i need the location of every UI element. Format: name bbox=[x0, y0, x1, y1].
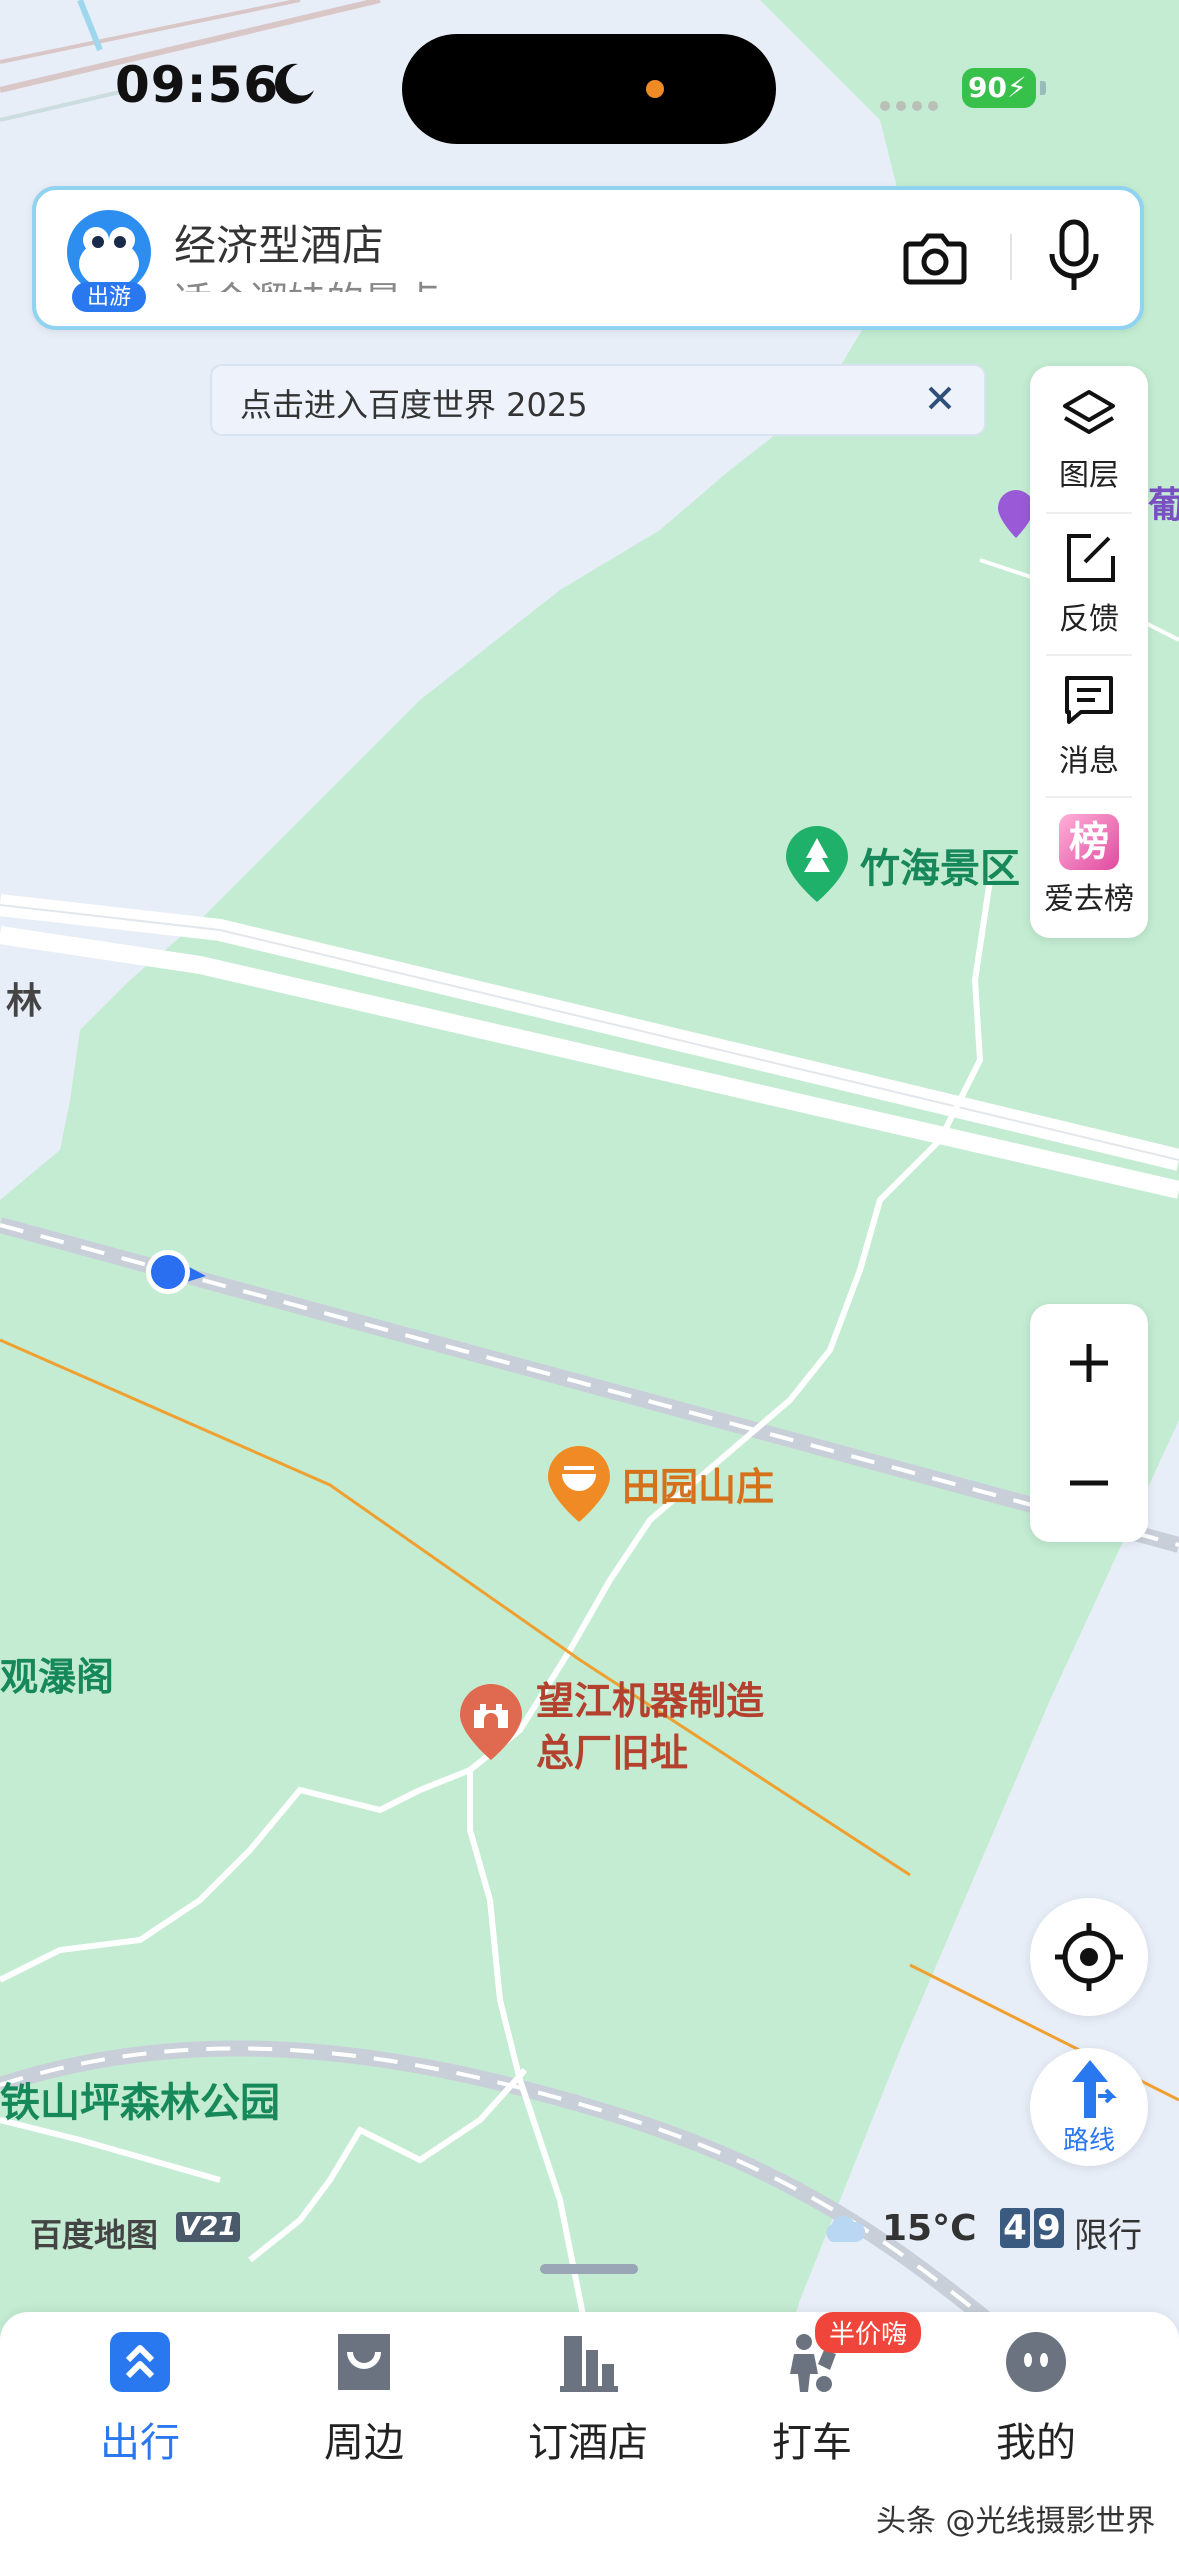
map-label-wangjiang-line2[interactable]: 总厂旧址 bbox=[536, 1722, 688, 1777]
camera-icon[interactable] bbox=[900, 222, 970, 292]
drawer-handle[interactable] bbox=[540, 2264, 638, 2274]
map-label-tieshan[interactable]: 铁山坪森林公园 bbox=[0, 2070, 280, 2128]
ranking-badge: 榜 bbox=[1069, 819, 1109, 865]
message-button[interactable]: 消息 bbox=[1030, 672, 1148, 780]
toolbar-divider bbox=[1046, 654, 1132, 656]
traffic-limit-digit[interactable]: 4 bbox=[1000, 2208, 1030, 2248]
map-label-zhuhai[interactable]: 竹海景区 bbox=[860, 836, 1020, 894]
map-label-guanpu[interactable]: 观瀑阁 bbox=[0, 1646, 114, 1701]
scenic-spot-marker-icon[interactable] bbox=[784, 824, 850, 904]
tab-profile-label: 我的 bbox=[996, 2420, 1076, 2466]
travel-icon bbox=[110, 2332, 170, 2392]
toolbar-divider bbox=[1046, 512, 1132, 514]
tab-hotel-label: 订酒店 bbox=[528, 2420, 648, 2466]
feedback-button[interactable]: 反馈 bbox=[1030, 530, 1148, 638]
promo-banner-text[interactable]: 点击进入百度世界 2025 bbox=[240, 380, 588, 426]
route-button[interactable]: 路线 bbox=[1030, 2048, 1148, 2166]
hotel-icon bbox=[560, 2336, 618, 2392]
battery-level: 90 bbox=[968, 71, 1007, 104]
feedback-icon bbox=[1067, 534, 1115, 582]
message-label: 消息 bbox=[1059, 744, 1119, 779]
layers-button[interactable]: 图层 bbox=[1030, 386, 1148, 494]
current-location-icon[interactable] bbox=[140, 1244, 212, 1300]
ranking-button[interactable]: 榜 爱去榜 bbox=[1030, 814, 1148, 918]
feedback-label: 反馈 bbox=[1059, 602, 1119, 637]
ranking-icon: 榜 bbox=[1059, 814, 1119, 870]
ranking-label: 爱去榜 bbox=[1044, 882, 1134, 917]
crosshair-icon bbox=[1055, 1923, 1123, 1991]
zoom-out-button[interactable] bbox=[1030, 1424, 1148, 1542]
toolbar-divider bbox=[1046, 796, 1132, 798]
profile-icon bbox=[1006, 2332, 1066, 2392]
tab-profile[interactable]: 我的 bbox=[936, 2330, 1136, 2468]
signal-icon bbox=[880, 96, 944, 115]
map-label-wangjiang-line1[interactable]: 望江机器制造 bbox=[536, 1670, 764, 1725]
locate-button[interactable] bbox=[1030, 1898, 1148, 2016]
traffic-limit-label[interactable]: 限行 bbox=[1074, 2208, 1142, 2257]
tab-nearby[interactable]: 周边 bbox=[264, 2330, 464, 2468]
nearby-icon bbox=[338, 2334, 390, 2390]
map-label-lin: 林 bbox=[6, 981, 43, 1022]
status-time: 09:56 bbox=[115, 56, 280, 114]
map-label-edge[interactable]: 葡 bbox=[1148, 476, 1179, 528]
zoom-in-button[interactable] bbox=[1030, 1304, 1148, 1422]
microphone-icon[interactable] bbox=[1046, 218, 1102, 294]
tab-nearby-label: 周边 bbox=[324, 2420, 404, 2466]
brand-logo: 百度地图 bbox=[30, 2216, 159, 2254]
historic-site-marker-icon[interactable] bbox=[458, 1682, 524, 1762]
taxi-promo-badge[interactable]: 半价嗨 bbox=[815, 2312, 922, 2353]
restaurant-marker-icon[interactable] bbox=[546, 1444, 612, 1524]
recording-dot bbox=[646, 80, 664, 98]
battery-indicator: 90⚡ bbox=[962, 68, 1036, 108]
tab-travel[interactable]: 出行 bbox=[40, 2330, 240, 2468]
route-label: 路线 bbox=[1062, 2126, 1115, 2156]
mascot-badge: 出游 bbox=[87, 285, 131, 310]
layers-label: 图层 bbox=[1059, 458, 1119, 493]
weather-temp[interactable]: 15°C bbox=[882, 2208, 977, 2249]
close-icon[interactable] bbox=[920, 378, 960, 418]
message-icon bbox=[1065, 676, 1113, 724]
mascot-icon[interactable]: 出游 bbox=[64, 204, 154, 314]
moon-icon bbox=[274, 63, 314, 104]
tab-hotel[interactable]: 订酒店 bbox=[488, 2330, 688, 2468]
tab-travel-label: 出行 bbox=[100, 2420, 180, 2466]
battery-cap bbox=[1040, 81, 1046, 95]
search-query[interactable]: 经济型酒店 bbox=[174, 212, 384, 273]
tab-taxi-label: 打车 bbox=[772, 2420, 852, 2466]
search-divider bbox=[1010, 234, 1012, 280]
watermark: 头条 @光线摄影世界 bbox=[876, 2504, 1156, 2539]
layers-icon bbox=[1063, 390, 1115, 434]
search-rotating-hint: 适合遛娃的景点 bbox=[174, 270, 440, 292]
route-arrow-icon bbox=[1072, 2060, 1117, 2118]
dynamic-island bbox=[402, 34, 776, 144]
traffic-limit-digit[interactable]: 9 bbox=[1034, 2208, 1064, 2248]
cloud-icon bbox=[826, 2215, 866, 2242]
brand-version: V21 bbox=[176, 2212, 241, 2242]
map-label-tianyuan[interactable]: 田园山庄 bbox=[622, 1456, 774, 1511]
